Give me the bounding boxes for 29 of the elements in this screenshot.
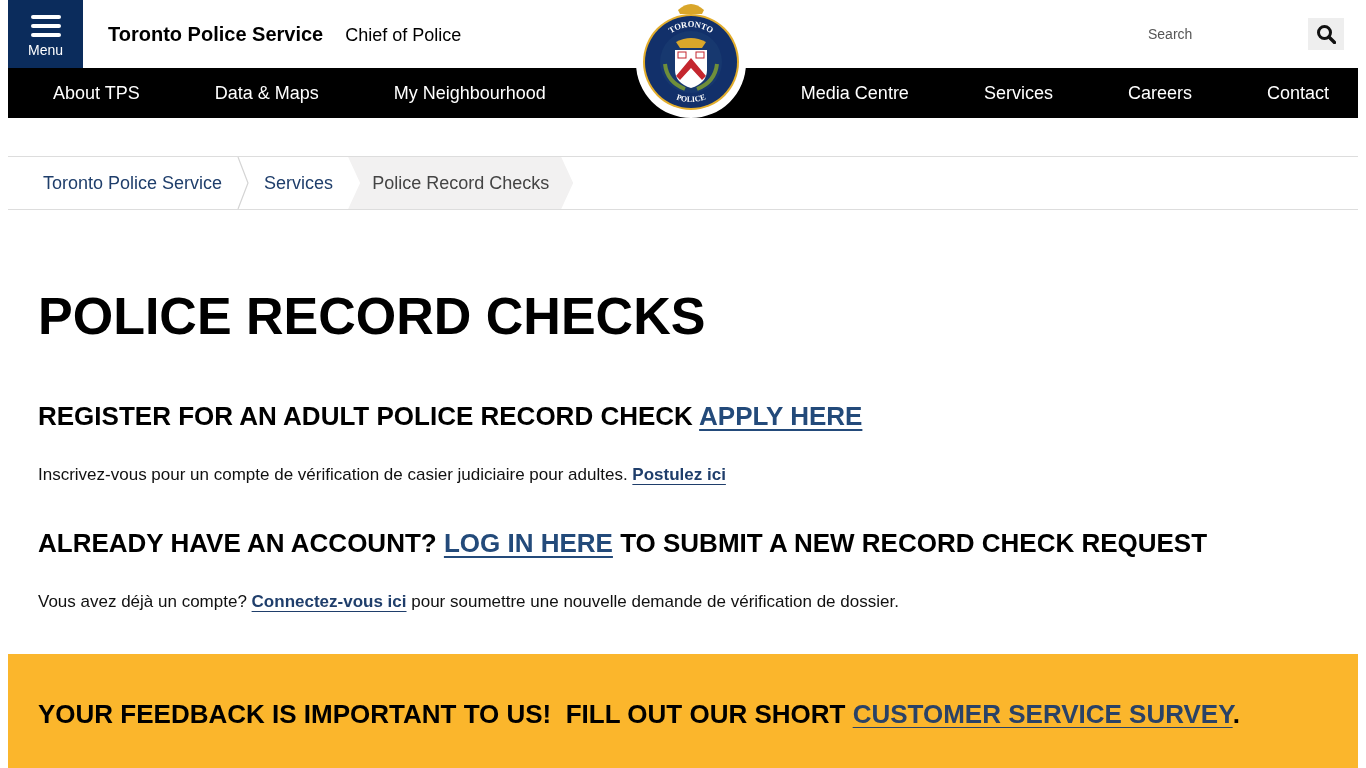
section-paragraph: Vous avez déjà un compte? Connectez-vous ici pour soumettre une nouvelle demande de vérification de dossier. (38, 591, 900, 613)
nav-link[interactable]: Data & Maps (214, 81, 319, 105)
feedback-text: YOUR FEEDBACK IS IMPORTANT TO US! FILL OUT OUR SHORT CUSTOMER SERVICE SURVEY. (38, 698, 1241, 730)
nav-link[interactable]: Careers (1127, 81, 1192, 105)
nav-link[interactable]: Contact (1266, 81, 1329, 105)
nav-link[interactable]: Services (983, 81, 1053, 105)
section-heading: ALREADY HAVE AN ACCOUNT? LOG IN HERE TO SUBMIT A NEW RECORD CHECK REQUEST (38, 527, 1209, 559)
breadcrumb-link[interactable]: Toronto Police Service (28, 157, 238, 209)
heading-link[interactable]: LOG IN HERE (443, 528, 613, 558)
search-icon (1316, 24, 1336, 44)
menu-label: Menu (28, 41, 63, 58)
chief-of-police-link[interactable]: Chief of Police (345, 22, 462, 49)
nav-link[interactable]: My Neighbourhood (393, 81, 546, 105)
menu-button[interactable]: Menu (8, 0, 83, 68)
paragraph-link[interactable]: Postulez ici (632, 465, 726, 484)
survey-link[interactable]: CUSTOMER SERVICE SURVEY (852, 699, 1233, 729)
section-paragraph: Inscrivez-vous pour un compte de vérification de casier judiciaire pour adultes. Postulez ici (38, 464, 727, 486)
section-heading: REGISTER FOR AN ADULT POLICE RECORD CHECK APPLY HERE (38, 400, 864, 432)
breadcrumb-link[interactable]: Services (249, 157, 349, 209)
nav-link[interactable]: Media Centre (800, 81, 909, 105)
menu-icon (30, 14, 61, 37)
page-title: POLICE RECORD CHECKS (38, 286, 707, 346)
nav-link[interactable]: About TPS (53, 81, 140, 105)
site-title-link[interactable]: Toronto Police Service (108, 19, 324, 49)
search-field[interactable]: Search (1148, 19, 1308, 49)
search-button[interactable] (1308, 18, 1344, 50)
breadcrumb-link[interactable]: Police Record Checks (348, 157, 574, 209)
heading-link[interactable]: APPLY HERE (699, 401, 863, 431)
paragraph-link[interactable]: Connectez-vous ici (251, 592, 407, 611)
